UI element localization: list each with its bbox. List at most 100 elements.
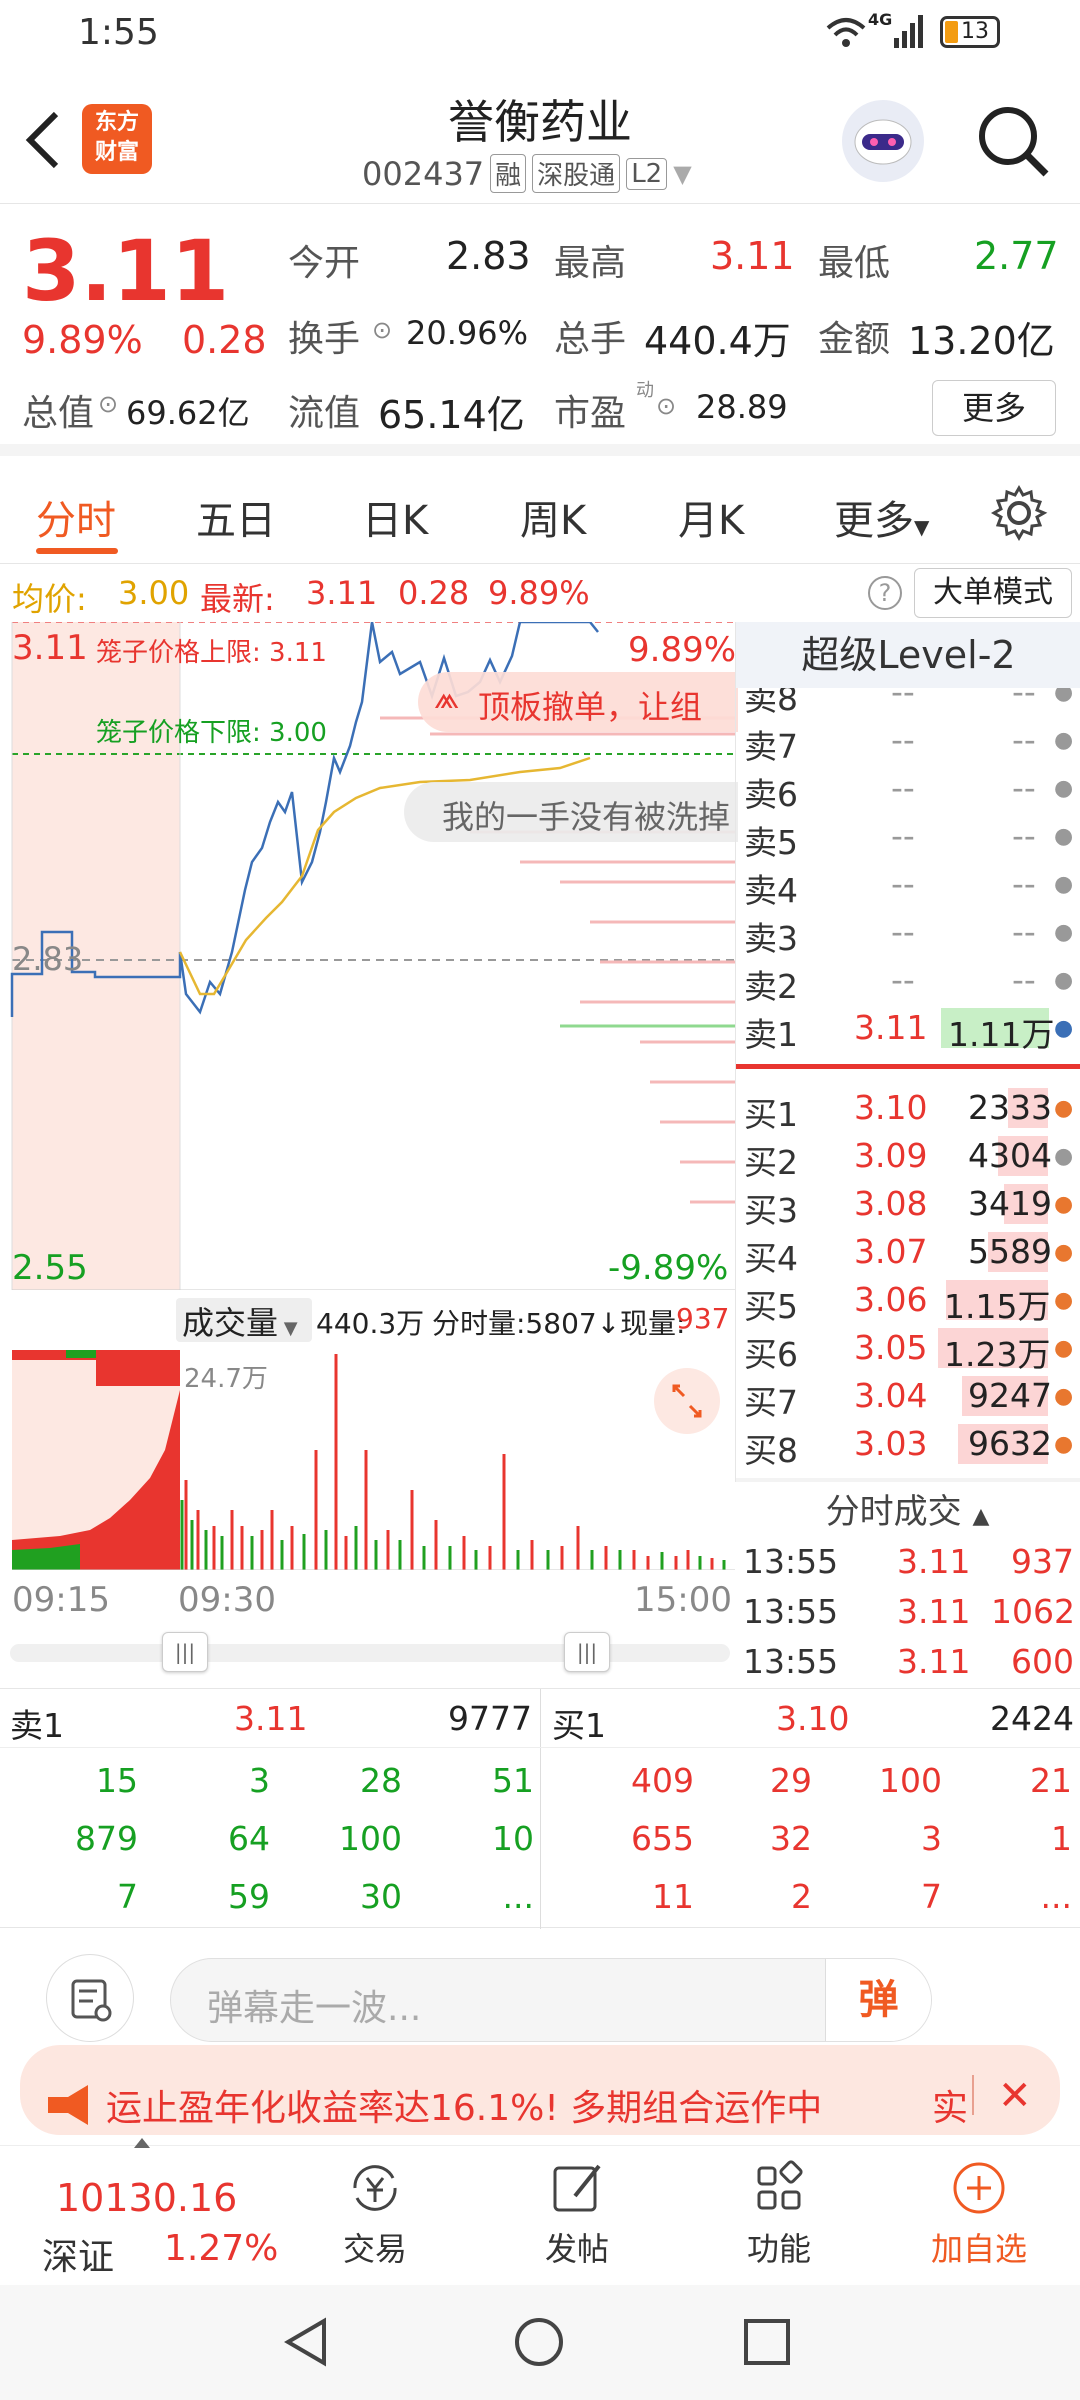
chart-bottom-pct: -9.89% xyxy=(608,1248,729,1288)
status-time: 1:55 xyxy=(78,12,159,53)
intraday-chart[interactable]: 3.11 笼子价格上限: 3.11 笼子价格下限: 3.00 9.89% 2.8… xyxy=(0,622,738,1290)
danmu-bubble-1[interactable]: ⩕ 顶板撤单，让组 xyxy=(418,672,738,732)
volume-selector[interactable]: 成交量 ▼ xyxy=(176,1298,312,1342)
app-logo[interactable]: 东方 财富 xyxy=(82,104,152,174)
tab-monthly-k[interactable]: 月K xyxy=(678,488,744,546)
stock-code: 002437 xyxy=(362,154,485,193)
slider-handle-right[interactable]: ||| xyxy=(564,1632,610,1672)
stock-header: 东方 财富 誉衡药业 002437 融 深股通 L2 ▼ xyxy=(0,72,1080,204)
buy-row: 买7 3.04 9247 ● xyxy=(744,1376,1074,1422)
tick-volume: 1062 xyxy=(991,1592,1075,1631)
nav-functions[interactable]: 功能 xyxy=(714,2156,844,2276)
battery-icon: 13 xyxy=(940,16,1000,48)
buy-row: 买4 3.07 5589 ● xyxy=(744,1232,1074,1278)
sell-queue-cell: 59 xyxy=(228,1877,270,1916)
slider-handle-left[interactable]: ||| xyxy=(162,1632,208,1672)
info-icon[interactable]: ⊙ xyxy=(372,316,392,344)
more-button[interactable]: 更多 xyxy=(932,380,1056,436)
turnover-value: 20.96% xyxy=(406,314,529,352)
sell-queue-cell: 10 xyxy=(492,1819,534,1858)
promo-cta[interactable]: 实 xyxy=(932,2079,968,2131)
home-nav-icon[interactable] xyxy=(512,2315,566,2373)
current-price: 3.11 xyxy=(22,222,230,320)
tab-weekly-k[interactable]: 周K xyxy=(520,488,586,546)
buy-queue-more[interactable]: ... xyxy=(952,1877,1072,1916)
queue-header-line xyxy=(0,1747,1080,1748)
info-icon[interactable]: ⊙ xyxy=(98,390,118,418)
danmu-input[interactable]: 弹幕走一波... 弹 xyxy=(170,1958,932,2042)
help-icon[interactable]: ? xyxy=(868,576,902,610)
danmu-settings-icon[interactable] xyxy=(46,1954,134,2042)
buy-queue-cell: 21 xyxy=(1030,1761,1072,1800)
avg-value: 3.00 xyxy=(118,574,190,612)
nav-add-watchlist[interactable]: 加自选 xyxy=(914,2156,1044,2276)
tab-intraday[interactable]: 分时 xyxy=(36,488,116,546)
mktcap-label: 总值 xyxy=(22,393,95,434)
volume-value: 440.4万 xyxy=(644,319,791,363)
lower-limit-label: 笼子价格下限: 3.00 xyxy=(96,718,327,748)
nav-post[interactable]: 发帖 xyxy=(512,2156,642,2276)
promo-prefix: 运止盈 xyxy=(106,2088,215,2129)
danmu-send-button[interactable]: 弹 xyxy=(825,1959,931,2041)
sell-queue-cell: 7 xyxy=(117,1877,138,1916)
nav-trade[interactable]: 交易 xyxy=(310,2156,440,2276)
index-value: 10130.16 xyxy=(56,2176,238,2220)
big-order-mode-button[interactable]: 大单模式 xyxy=(914,568,1072,618)
dropdown-icon[interactable]: ▼ xyxy=(673,160,691,188)
high-value: 3.11 xyxy=(710,234,795,278)
buy-row: 买1 3.10 2333 ● xyxy=(744,1088,1074,1134)
avg-label: 均价: xyxy=(12,580,87,618)
tick-trades: 分时成交 ▲ 13:55 3.11 937 13:55 3.11 1062 13… xyxy=(735,1484,1080,1684)
tag-l2: L2 xyxy=(626,157,668,190)
sell-queue-cell: 15 xyxy=(96,1761,138,1800)
open-label: 今开 xyxy=(288,243,361,284)
buy-row: 买3 3.08 3419 ● xyxy=(744,1184,1074,1230)
robot-avatar-icon[interactable] xyxy=(842,100,924,182)
back-icon[interactable] xyxy=(22,110,62,174)
search-icon[interactable] xyxy=(976,104,1050,182)
promo-banner[interactable]: 运止盈 年化收益率达16.1%! 多期组合运作中 实 ✕ xyxy=(20,2045,1060,2135)
sell-queue-more[interactable]: ... xyxy=(414,1877,534,1916)
index-ticker[interactable]: 10130.16 深证 1.27% xyxy=(0,2138,290,2286)
queue-buy-volume: 2424 xyxy=(990,1699,1074,1738)
ticks-title[interactable]: 分时成交 ▲ xyxy=(735,1484,1080,1533)
buy-queue-cell: 11 xyxy=(652,1877,694,1916)
index-name: 深证 xyxy=(42,2237,115,2278)
chart-tabs: 分时 五日 日K 周K 月K 更多▼ xyxy=(0,468,1080,564)
tab-daily-k[interactable]: 日K xyxy=(362,488,428,546)
level2-title[interactable]: 超级Level-2 xyxy=(736,622,1080,688)
volume-max-label: 24.7万 xyxy=(184,1364,268,1394)
expand-up-icon[interactable] xyxy=(134,2138,150,2148)
pe-superscript: 动 xyxy=(636,380,654,401)
close-icon[interactable]: ✕ xyxy=(998,2073,1032,2119)
info-icon[interactable]: ⊙ xyxy=(656,392,676,420)
queue-buy-label: 买1 xyxy=(552,1706,606,1745)
time-range-slider[interactable]: ||| ||| xyxy=(10,1630,730,1674)
buy-queue-cell: 29 xyxy=(770,1761,812,1800)
queue-sell-label: 卖1 xyxy=(10,1706,64,1745)
volume-chart[interactable]: 24.7万 xyxy=(0,1350,735,1570)
buy-queue-cell: 100 xyxy=(879,1761,942,1800)
open-value: 2.83 xyxy=(446,234,531,278)
settings-icon[interactable] xyxy=(990,484,1048,546)
recents-nav-icon[interactable] xyxy=(742,2317,792,2371)
danmu-bubble-2[interactable]: 我的一手没有被洗掉 xyxy=(404,782,738,842)
back-nav-icon[interactable] xyxy=(280,2315,334,2373)
sell-queue-cell: 3 xyxy=(249,1761,270,1800)
tab-five-day[interactable]: 五日 xyxy=(196,488,276,546)
tab-more[interactable]: 更多▼ xyxy=(834,488,929,546)
add-icon xyxy=(953,2162,1005,2214)
expand-icon[interactable] xyxy=(654,1368,720,1434)
tab-indicator xyxy=(36,548,118,554)
buy-queue-cell: 32 xyxy=(770,1819,812,1858)
megaphone-icon xyxy=(48,2085,88,2125)
sell-book: 卖8 -- -- ● 卖7 -- -- ● 卖6 -- -- ● 卖5 -- -- ● 卖4 -- -- ● … xyxy=(736,688,1080,1082)
queue-buy-price: 3.10 xyxy=(776,1699,850,1738)
volume-header: 成交量 ▼ 440.3万 分时量:5807↓ 现量: 937 xyxy=(0,1292,735,1348)
sell-row: 卖8 -- -- ● xyxy=(744,688,1074,718)
chart-bottom-price: 2.55 xyxy=(12,1248,88,1288)
buy-row: 买6 3.05 1.23万 ● xyxy=(744,1328,1074,1374)
grid-icon xyxy=(757,2160,803,2210)
buy-queue-cell: 1 xyxy=(1051,1819,1072,1858)
sell-row: 卖3 -- -- ● xyxy=(744,912,1074,958)
